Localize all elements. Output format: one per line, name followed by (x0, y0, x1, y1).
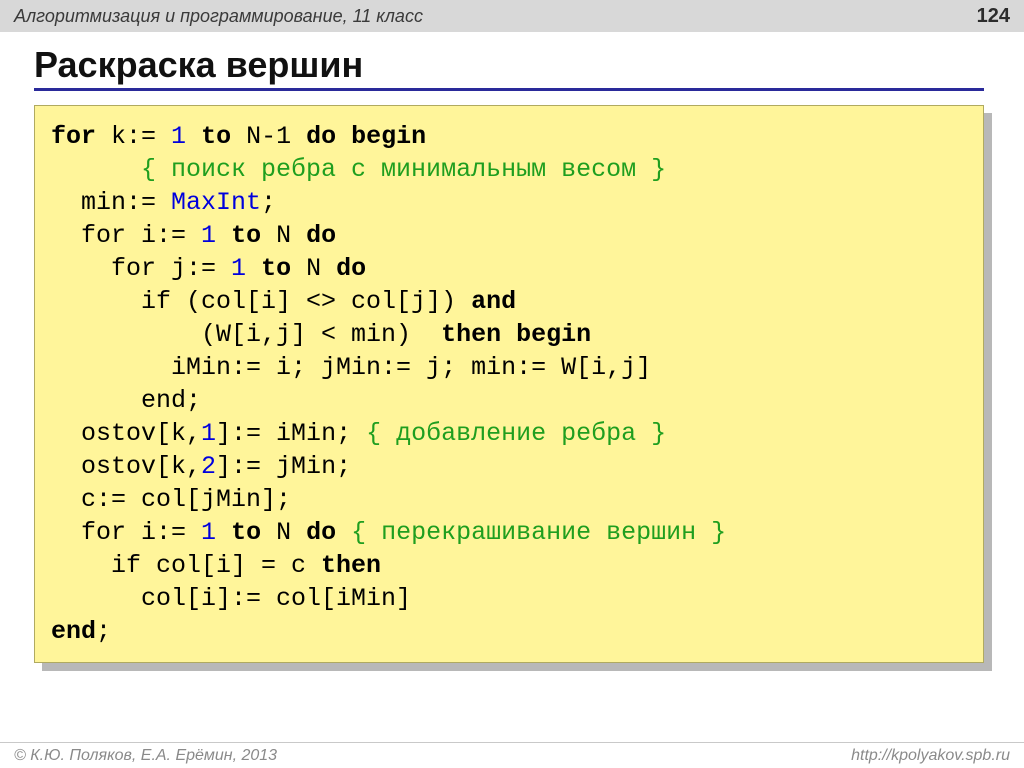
code-surface: for k:= 1 to N-1 do begin { поиск ребра … (34, 105, 984, 663)
course-title: Алгоритмизация и программирование, 11 кл… (14, 6, 423, 27)
url: http://kpolyakov.spb.ru (851, 747, 1010, 765)
page-number: 124 (977, 5, 1010, 28)
footer: © К.Ю. Поляков, Е.А. Ерёмин, 2013 http:/… (0, 742, 1024, 768)
maxint: MaxInt (171, 188, 261, 217)
num-1: 1 (171, 122, 186, 151)
code-content: for k:= 1 to N-1 do begin { поиск ребра … (51, 120, 967, 648)
code-block: for k:= 1 to N-1 do begin { поиск ребра … (34, 105, 984, 663)
comment-search: { поиск ребра с минимальным весом } (141, 155, 666, 184)
comment-add: { добавление ребра } (366, 419, 666, 448)
header-bar: Алгоритмизация и программирование, 11 кл… (0, 0, 1024, 32)
copyright: © К.Ю. Поляков, Е.А. Ерёмин, 2013 (14, 747, 277, 765)
kw-for: for (51, 122, 96, 151)
slide-title: Раскраска вершин (34, 44, 984, 91)
comment-recolor: { перекрашивание вершин } (351, 518, 726, 547)
